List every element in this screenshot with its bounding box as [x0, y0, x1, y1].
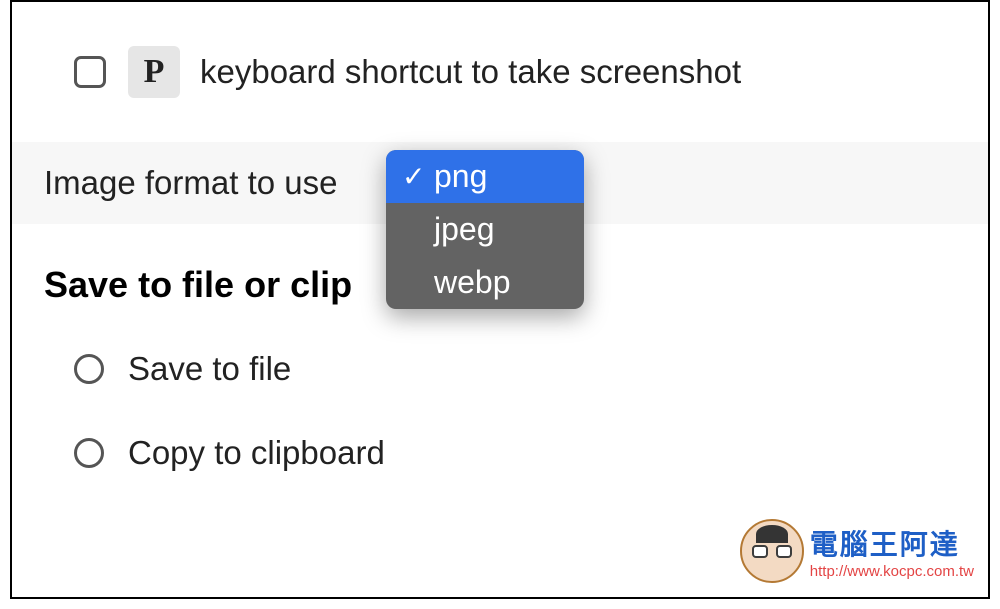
format-label: Image format to use — [44, 164, 337, 202]
check-icon: ✓ — [402, 160, 432, 193]
format-option-webp[interactable]: ✓ webp — [386, 256, 584, 309]
shortcut-checkbox[interactable] — [74, 56, 106, 88]
settings-panel: P keyboard shortcut to take screenshot I… — [10, 0, 990, 599]
format-option-label: png — [434, 158, 487, 195]
shortcut-key-badge: P — [128, 46, 180, 98]
format-option-jpeg[interactable]: ✓ jpeg — [386, 203, 584, 256]
save-option-clipboard[interactable]: Copy to clipboard — [74, 434, 988, 472]
watermark-title: 電腦王阿達 — [810, 523, 974, 563]
save-radio-group: Save to file Copy to clipboard — [12, 320, 988, 472]
format-option-label: jpeg — [434, 211, 495, 248]
format-dropdown[interactable]: ✓ png ✓ jpeg ✓ webp — [386, 150, 584, 309]
radio-copy-clipboard[interactable] — [74, 438, 104, 468]
format-row: Image format to use ✓ png ✓ jpeg ✓ webp — [12, 142, 988, 224]
radio-label: Save to file — [128, 350, 291, 388]
shortcut-label: keyboard shortcut to take screenshot — [200, 53, 741, 91]
radio-label: Copy to clipboard — [128, 434, 385, 472]
watermark: 電腦王阿達 http://www.kocpc.com.tw — [740, 519, 974, 583]
format-option-label: webp — [434, 264, 511, 301]
save-option-file[interactable]: Save to file — [74, 350, 988, 388]
watermark-avatar-icon — [740, 519, 804, 583]
watermark-url: http://www.kocpc.com.tw — [810, 563, 974, 580]
format-option-png[interactable]: ✓ png — [386, 150, 584, 203]
radio-save-file[interactable] — [74, 354, 104, 384]
shortcut-row: P keyboard shortcut to take screenshot — [12, 2, 988, 142]
